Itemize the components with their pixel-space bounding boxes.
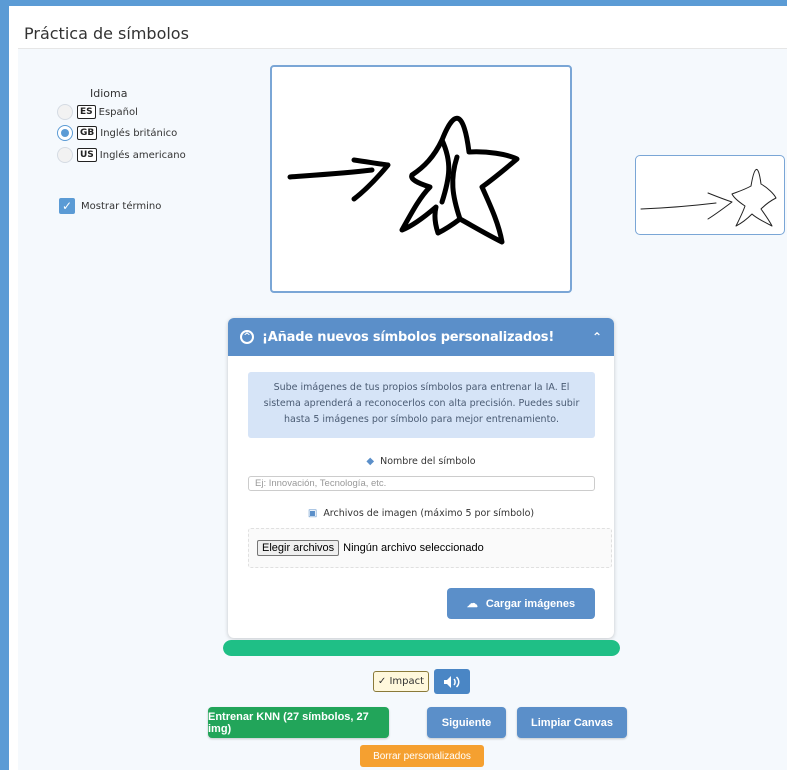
language-option-gb[interactable]: GB Inglés británico <box>57 124 177 142</box>
info-message: Sube imágenes de tus propios símbolos pa… <box>248 372 595 438</box>
radio-gb[interactable] <box>57 125 73 141</box>
speaker-icon <box>444 675 460 688</box>
chevron-up-icon[interactable]: ⌃ <box>592 330 602 344</box>
language-label: Idioma <box>90 87 128 100</box>
language-option-label: Inglés americano <box>99 149 186 161</box>
show-term-label: Mostrar término <box>81 200 162 212</box>
custom-symbols-card: ^ ¡Añade nuevos símbolos personalizados!… <box>228 318 614 638</box>
show-term-checkbox[interactable]: ✓ <box>59 198 75 214</box>
custom-symbols-title: ¡Añade nuevos símbolos personalizados! <box>262 329 555 345</box>
image-files-label: ▣ Archivos de imagen (máximo 5 por símbol… <box>228 508 614 519</box>
symbol-name-label: ◆ Nombre del símbolo <box>228 456 614 467</box>
drawing-strokes <box>287 115 520 245</box>
cloud-upload-icon: ☁ <box>466 598 478 610</box>
play-sound-button[interactable] <box>434 669 470 694</box>
language-option-us[interactable]: US Inglés americano <box>57 146 186 164</box>
progress-fill <box>223 640 620 656</box>
train-knn-button[interactable]: Entrenar KNN (27 símbolos, 27 img) <box>208 707 389 738</box>
show-term-toggle[interactable]: ✓ Mostrar término <box>59 198 161 214</box>
language-option-label: Español <box>98 106 138 118</box>
image-icon: ▣ <box>307 508 318 519</box>
radio-us[interactable] <box>57 147 73 163</box>
flag-es-icon: ES <box>77 105 96 119</box>
flag-gb-icon: GB <box>77 126 98 140</box>
chevron-circle-up-icon: ^ <box>240 330 254 344</box>
clear-canvas-button[interactable]: Limpiar Canvas <box>517 707 627 738</box>
language-option-es[interactable]: ES Español <box>57 103 138 121</box>
progress-bar <box>223 640 620 656</box>
next-button[interactable]: Siguiente <box>427 707 506 738</box>
delete-custom-button[interactable]: Borrar personalizados <box>360 745 484 767</box>
image-files-label-text: Archivos de imagen (máximo 5 por símbolo… <box>323 508 535 519</box>
reference-thumbnail <box>635 155 785 235</box>
language-option-label: Inglés británico <box>100 127 178 139</box>
custom-symbols-header[interactable]: ^ ¡Añade nuevos símbolos personalizados!… <box>228 318 614 356</box>
drawing-canvas[interactable] <box>270 65 572 293</box>
thumbnail-strokes <box>640 169 777 227</box>
radio-es[interactable] <box>57 104 73 120</box>
page-title: Práctica de símbolos <box>24 24 189 43</box>
symbol-name-input[interactable] <box>248 476 595 491</box>
file-input-zone[interactable]: Elegir archivos Ningún archivo seleccion… <box>248 528 612 568</box>
upload-images-label: Cargar imágenes <box>485 597 576 610</box>
upload-images-button[interactable]: ☁ Cargar imágenes <box>447 588 595 619</box>
impact-term-button[interactable]: ✓ Impact <box>373 671 429 692</box>
file-status: Ningún archivo seleccionado <box>343 542 484 554</box>
title-divider <box>18 48 787 49</box>
symbol-name-label-text: Nombre del símbolo <box>380 456 476 467</box>
flag-us-icon: US <box>77 148 97 162</box>
tag-icon: ◆ <box>366 456 375 467</box>
choose-files-button[interactable]: Elegir archivos <box>257 540 340 556</box>
